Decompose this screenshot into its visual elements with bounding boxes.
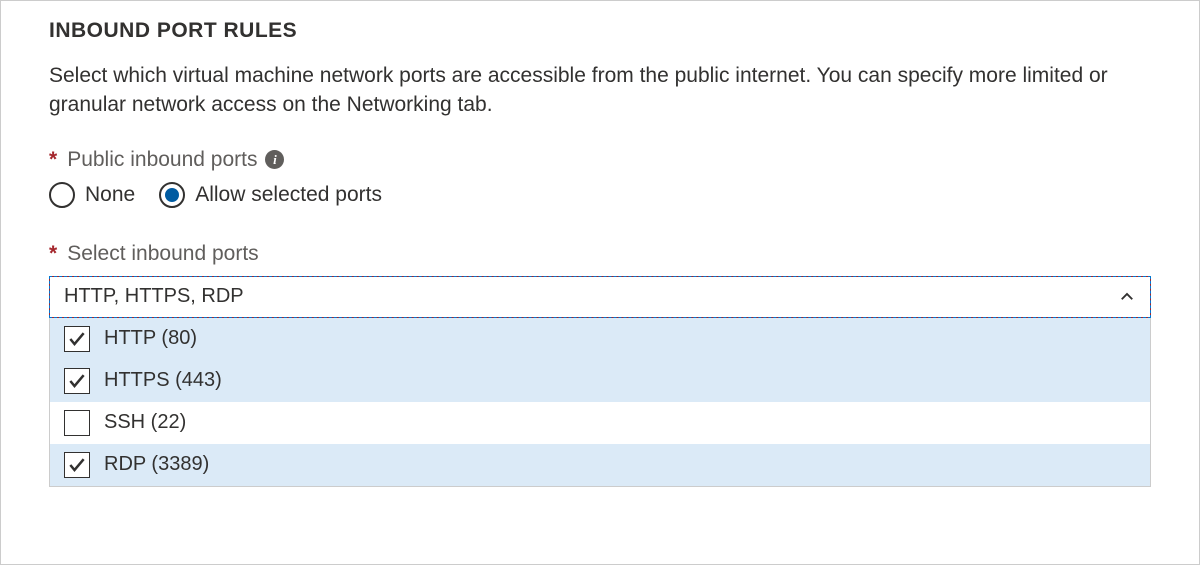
dropdown-control[interactable]: HTTP, HTTPS, RDP [49,276,1151,318]
checkbox-icon [64,452,90,478]
radio-option-none[interactable]: None [49,182,135,208]
dropdown-item-label: HTTPS (443) [104,369,222,392]
dropdown-item-label: RDP (3389) [104,453,209,476]
section-description: Select which virtual machine network por… [49,61,1151,120]
dropdown-item-ssh[interactable]: SSH (22) [50,402,1150,444]
select-inbound-ports-label: * Select inbound ports [49,242,1151,266]
select-inbound-ports-label-text: Select inbound ports [67,242,258,266]
dropdown-item-http[interactable]: HTTP (80) [50,318,1150,360]
radio-label: Allow selected ports [195,183,382,207]
dropdown-item-label: HTTP (80) [104,327,197,350]
info-icon[interactable]: i [265,150,284,169]
public-inbound-ports-radio-group: None Allow selected ports [49,182,1151,208]
required-asterisk-icon: * [49,242,57,266]
dropdown-item-label: SSH (22) [104,411,186,434]
radio-option-allow-selected[interactable]: Allow selected ports [159,182,382,208]
public-inbound-ports-label: * Public inbound ports i [49,148,1151,172]
radio-label: None [85,183,135,207]
required-asterisk-icon: * [49,148,57,172]
dropdown-list: HTTP (80) HTTPS (443) SSH (22) RDP (3389… [49,318,1151,487]
dropdown-item-rdp[interactable]: RDP (3389) [50,444,1150,486]
radio-circle-icon [49,182,75,208]
checkbox-icon [64,410,90,436]
dropdown-item-https[interactable]: HTTPS (443) [50,360,1150,402]
inbound-ports-dropdown: HTTP, HTTPS, RDP HTTP (80) HTTPS (443) S… [49,276,1151,487]
chevron-up-icon [1118,288,1136,306]
section-title: INBOUND PORT RULES [49,19,1151,43]
radio-circle-icon [159,182,185,208]
checkbox-icon [64,326,90,352]
dropdown-selected-value: HTTP, HTTPS, RDP [64,285,244,308]
checkbox-icon [64,368,90,394]
public-inbound-ports-label-text: Public inbound ports [67,148,257,172]
